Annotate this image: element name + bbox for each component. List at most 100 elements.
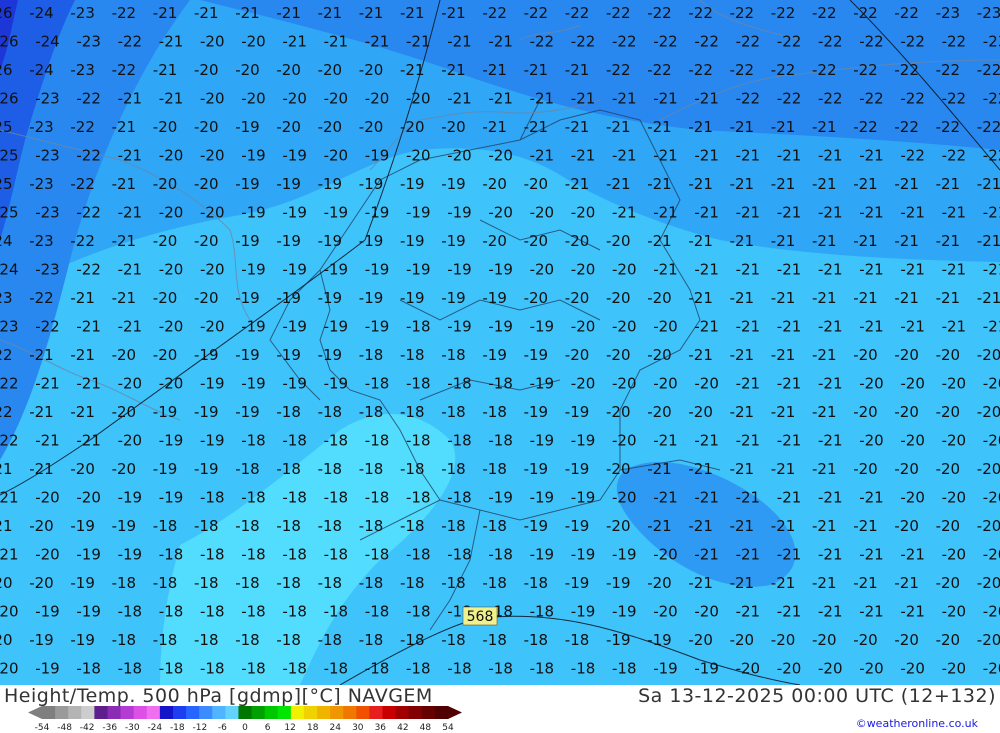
temperature-label: -21 <box>983 261 1000 279</box>
temperature-label: -18 <box>365 489 390 507</box>
temperature-label: -23 <box>29 175 54 193</box>
temperature-label: -21 <box>694 90 719 108</box>
temperature-label: -18 <box>118 660 143 678</box>
legend-swatch <box>146 706 161 719</box>
temperature-label: -22 <box>942 147 967 165</box>
temperature-label: -20 <box>694 603 719 621</box>
temperature-label: -20 <box>406 90 431 108</box>
temperature-label: -21 <box>777 147 802 165</box>
temperature-label: -18 <box>441 403 466 421</box>
temperature-label: -19 <box>318 346 343 364</box>
temperature-label: -18 <box>359 403 384 421</box>
temperature-label: -22 <box>653 33 678 51</box>
temperature-label: -20 <box>612 261 637 279</box>
temperature-label: -21 <box>70 289 95 307</box>
temperature-label: -19 <box>488 318 513 336</box>
temperature-label: -18 <box>324 603 349 621</box>
temperature-label: -19 <box>524 403 549 421</box>
temperature-label: -20 <box>606 403 631 421</box>
temperature-label: -21 <box>565 118 590 136</box>
temperature-label: -21 <box>0 517 13 535</box>
temperature-label: -24 <box>29 4 54 22</box>
temperature-label: -23 <box>29 232 54 250</box>
temperature-label: -19 <box>400 175 425 193</box>
legend-tick-label: 24 <box>329 723 341 732</box>
legend-swatch <box>186 706 200 719</box>
temperature-label: -18 <box>241 546 266 564</box>
site-credit[interactable]: ©weatheronline.co.uk <box>856 717 978 730</box>
temperature-label: -22 <box>0 403 13 421</box>
temperature-label: -20 <box>359 61 384 79</box>
temperature-label: -19 <box>365 147 390 165</box>
temperature-label: -18 <box>482 631 507 649</box>
temperature-label: -19 <box>159 489 184 507</box>
temperature-label: -21 <box>359 4 384 22</box>
temperature-label: -22 <box>736 90 761 108</box>
temperature-label: -18 <box>359 517 384 535</box>
temperature-label: -21 <box>159 33 184 51</box>
temperature-label: -18 <box>441 517 466 535</box>
temperature-label: -19 <box>241 318 266 336</box>
temperature-label: -21 <box>900 603 925 621</box>
temperature-label: -20 <box>606 460 631 478</box>
temperature-label: -19 <box>324 204 349 222</box>
temperature-label: -19 <box>318 289 343 307</box>
temperature-label: -19 <box>400 289 425 307</box>
temperature-label: -21 <box>688 460 713 478</box>
temperature-label: -23 <box>936 4 961 22</box>
temperature-label: -18 <box>441 631 466 649</box>
temperature-label: -19 <box>565 517 590 535</box>
temperature-label: -22 <box>942 90 967 108</box>
temperature-label: -21 <box>777 375 802 393</box>
temperature-label: -21 <box>118 204 143 222</box>
temperature-label: -21 <box>653 204 678 222</box>
temperature-label: -21 <box>771 346 796 364</box>
legend-swatch <box>225 706 239 719</box>
temperature-label: -22 <box>894 61 919 79</box>
temperature-label: -20 <box>200 318 225 336</box>
temperature-label: -20 <box>447 147 472 165</box>
temperature-label: -21 <box>730 232 755 250</box>
temperature-label: -18 <box>447 546 472 564</box>
temperature-label: -21 <box>900 318 925 336</box>
temperature-label: -20 <box>200 147 225 165</box>
temperature-label: -20 <box>606 232 631 250</box>
temperature-label: -19 <box>365 261 390 279</box>
temperature-label: -21 <box>447 90 472 108</box>
temperature-label: -19 <box>276 232 301 250</box>
temperature-label: -21 <box>530 90 555 108</box>
legend-arrow-right <box>448 706 462 719</box>
temperature-label: -21 <box>29 460 54 478</box>
temperature-label: -20 <box>482 175 507 193</box>
temperature-label: -19 <box>241 147 266 165</box>
temperature-label: -23 <box>0 318 19 336</box>
temperature-label: -20 <box>859 660 884 678</box>
temperature-label: -18 <box>400 460 425 478</box>
temperature-label: -20 <box>318 61 343 79</box>
temperature-label: -21 <box>365 33 390 51</box>
temperature-label: -18 <box>276 460 301 478</box>
temperature-label: -18 <box>488 432 513 450</box>
temperature-label: -20 <box>200 90 225 108</box>
temperature-label: -20 <box>942 603 967 621</box>
temperature-label: -21 <box>565 61 590 79</box>
temperature-label: -19 <box>153 460 178 478</box>
temperature-label: -21 <box>736 261 761 279</box>
temperature-label: -19 <box>612 603 637 621</box>
temperature-label: -22 <box>694 33 719 51</box>
temperature-label: -20 <box>70 460 95 478</box>
temperature-label: -22 <box>977 118 1000 136</box>
temperature-label: -20 <box>112 346 137 364</box>
temperature-label: -18 <box>530 660 555 678</box>
temperature-label: -24 <box>29 61 54 79</box>
temperature-label: -21 <box>853 289 878 307</box>
temperature-label: -20 <box>488 147 513 165</box>
temperature-label: -20 <box>977 403 1000 421</box>
temperature-label: -21 <box>441 61 466 79</box>
temperature-label: -21 <box>736 375 761 393</box>
temperature-label: -21 <box>653 147 678 165</box>
temperature-label: -21 <box>853 175 878 193</box>
temperature-label: -21 <box>736 603 761 621</box>
temperature-label: -21 <box>282 33 307 51</box>
temperature-label: -21 <box>647 232 672 250</box>
